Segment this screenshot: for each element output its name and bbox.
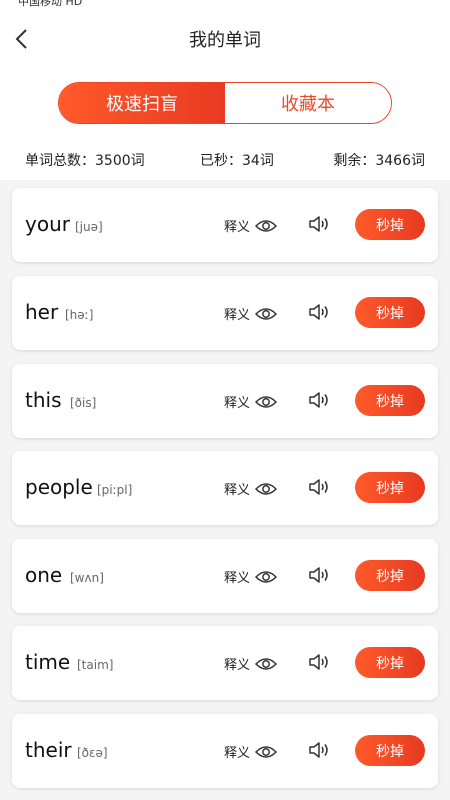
- done-words: 已秒：34词: [200, 153, 274, 169]
- speaker-icon[interactable]: [308, 302, 330, 322]
- show-meaning-button[interactable]: 释义: [224, 567, 278, 586]
- eye-icon: [255, 219, 278, 232]
- eye-icon: [255, 395, 278, 408]
- kill-button[interactable]: 秒掉: [355, 647, 425, 678]
- kill-button[interactable]: 秒掉: [355, 735, 425, 766]
- word-card: this [ðis] 释义 秒掉: [12, 364, 438, 438]
- speaker-icon[interactable]: [308, 214, 330, 234]
- kill-button[interactable]: 秒掉: [355, 297, 425, 328]
- show-meaning-button[interactable]: 释义: [224, 392, 278, 411]
- tab-favorites[interactable]: 收藏本: [225, 83, 391, 123]
- meaning-label: 释义: [224, 483, 251, 498]
- kill-button[interactable]: 秒掉: [355, 560, 425, 591]
- total-words: 单词总数：3500词: [25, 153, 145, 169]
- speaker-icon[interactable]: [308, 477, 330, 497]
- speaker-icon[interactable]: [308, 390, 330, 410]
- stats-row: 单词总数：3500词 已秒：34词 剩余：3466词: [0, 150, 450, 172]
- word-text: their: [25, 738, 72, 762]
- meaning-label: 释义: [224, 658, 251, 673]
- show-meaning-button[interactable]: 释义: [224, 654, 278, 673]
- word-text: time: [25, 650, 71, 674]
- phonetic-text: [ðɛə]: [77, 746, 108, 760]
- word-card: people [piːpl] 释义 秒掉: [12, 451, 438, 525]
- phonetic-text: [həː]: [65, 308, 94, 322]
- kill-button[interactable]: 秒掉: [355, 472, 425, 503]
- kill-button[interactable]: 秒掉: [355, 209, 425, 240]
- word-text: this: [25, 388, 62, 412]
- phonetic-text: [piːpl]: [97, 483, 133, 497]
- word-text: your: [25, 212, 70, 236]
- word-card: time [taim] 释义 秒掉: [12, 626, 438, 700]
- tab-speed-scan[interactable]: 极速扫盲: [59, 83, 225, 123]
- word-card: their [ðɛə] 释义 秒掉: [12, 714, 438, 788]
- phonetic-text: [ðis]: [70, 396, 97, 410]
- word-card: your [juə] 释义 秒掉: [12, 188, 438, 262]
- show-meaning-button[interactable]: 释义: [224, 479, 278, 498]
- phonetic-text: [taim]: [77, 658, 114, 672]
- word-card: one [wʌn] 释义 秒掉: [12, 539, 438, 613]
- phonetic-text: [wʌn]: [70, 571, 104, 585]
- word-text: people: [25, 475, 93, 499]
- meaning-label: 释义: [224, 308, 251, 323]
- meaning-label: 释义: [224, 220, 251, 235]
- show-meaning-button[interactable]: 释义: [224, 216, 278, 235]
- speaker-icon[interactable]: [308, 652, 330, 672]
- carrier-label: 中国移动 HD: [18, 0, 83, 8]
- meaning-label: 释义: [224, 396, 251, 411]
- show-meaning-button[interactable]: 释义: [224, 742, 278, 761]
- word-text: one: [25, 563, 63, 587]
- eye-icon: [255, 482, 278, 495]
- mode-tabs: 极速扫盲 收藏本: [58, 82, 392, 124]
- phonetic-text: [juə]: [75, 220, 103, 234]
- meaning-label: 释义: [224, 571, 251, 586]
- word-text: her: [25, 300, 59, 324]
- show-meaning-button[interactable]: 释义: [224, 304, 278, 323]
- meaning-label: 释义: [224, 746, 251, 761]
- page-title: 我的单词: [189, 30, 261, 51]
- eye-icon: [255, 570, 278, 583]
- eye-icon: [255, 745, 278, 758]
- status-bar: 中国移动 HD: [0, 0, 450, 10]
- remaining-words: 剩余：3466词: [333, 153, 425, 169]
- eye-icon: [255, 657, 278, 670]
- eye-icon: [255, 307, 278, 320]
- header: 我的单词: [0, 16, 450, 60]
- speaker-icon[interactable]: [308, 740, 330, 760]
- speaker-icon[interactable]: [308, 565, 330, 585]
- kill-button[interactable]: 秒掉: [355, 385, 425, 416]
- word-card: her [həː] 释义 秒掉: [12, 276, 438, 350]
